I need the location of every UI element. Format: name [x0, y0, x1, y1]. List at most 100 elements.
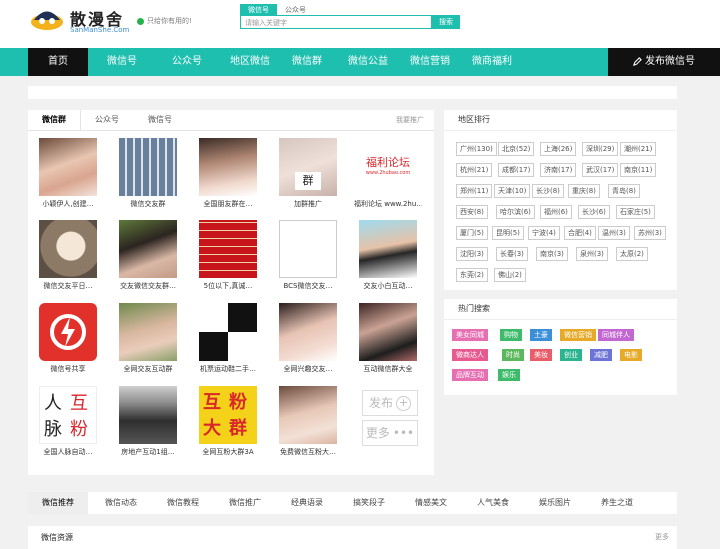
resource-more-link[interactable]: 更多 [655, 532, 669, 542]
hot-tag[interactable]: 美妆 [530, 349, 552, 361]
avatar [39, 138, 97, 196]
hot-tag[interactable]: 创业 [560, 349, 582, 361]
city-chip[interactable]: 上海(26) [540, 142, 577, 156]
list-item[interactable]: 福利论坛 www.2hubao.com 福利论坛 www.2hu… [354, 138, 422, 209]
tab-news[interactable]: 微信动态 [90, 492, 152, 514]
tab-health[interactable]: 养生之道 [586, 492, 648, 514]
nav-welfare[interactable]: 微商福利 [458, 48, 526, 76]
search-button[interactable]: 搜索 [432, 15, 460, 29]
nav-region[interactable]: 地区微信 [216, 48, 284, 76]
city-chip[interactable]: 南京(3) [536, 247, 568, 261]
tab-promotion[interactable]: 微信推广 [214, 492, 276, 514]
list-item[interactable]: 小颖伊人,创建… [34, 138, 102, 209]
post-button[interactable]: 发布 + [362, 390, 418, 416]
list-item[interactable]: 全国朋友群在… [194, 138, 262, 209]
city-chip[interactable]: 长沙(6) [578, 205, 610, 219]
list-item[interactable]: 微信交友平日… [34, 220, 102, 291]
city-chip[interactable]: 重庆(8) [568, 184, 600, 198]
list-item[interactable]: 交友微信交友群… [114, 220, 182, 291]
hot-tag[interactable]: 娱乐 [498, 369, 520, 381]
city-chip[interactable]: 南京(11) [620, 163, 657, 177]
tab-quotes[interactable]: 经典语录 [276, 492, 338, 514]
nav-home[interactable]: 首页 [28, 48, 88, 76]
city-chip[interactable]: 郑州(11) [456, 184, 493, 198]
logo-icon[interactable] [30, 7, 64, 31]
city-chip[interactable]: 哈尔滨(6) [496, 205, 535, 219]
city-chip[interactable]: 青岛(8) [608, 184, 640, 198]
hot-tag[interactable]: 购物 [500, 329, 522, 341]
hot-tag[interactable]: 品牌互动 [452, 369, 488, 381]
city-chip[interactable]: 长春(3) [496, 247, 528, 261]
city-chip[interactable]: 合肥(4) [564, 226, 596, 240]
hot-tag[interactable]: 电影 [620, 349, 642, 361]
hot-tag[interactable]: 美女同城 [452, 329, 488, 341]
search-input[interactable]: 请输入关键字 [240, 15, 432, 29]
city-chip[interactable]: 温州(3) [598, 226, 630, 240]
list-item[interactable]: 互 粉 大 群 全网互粉大群3A [194, 386, 262, 457]
hot-tag[interactable]: 土豪 [530, 329, 552, 341]
tab-recommend[interactable]: 微信推荐 [28, 492, 88, 514]
city-chip[interactable]: 西安(8) [456, 205, 488, 219]
list-item[interactable]: BCS微信交友… [274, 220, 342, 291]
item-label: 微信号共享 [50, 365, 86, 373]
nav-public-account[interactable]: 公众号 [156, 48, 218, 76]
post-wechat-button[interactable]: 发布微信号 [608, 48, 720, 76]
tab-pictures[interactable]: 娱乐图片 [524, 492, 586, 514]
city-chip[interactable]: 石家庄(5) [616, 205, 655, 219]
city-chip[interactable]: 长沙(8) [532, 184, 564, 198]
city-chip[interactable]: 杭州(21) [456, 163, 493, 177]
hot-tag[interactable]: 时尚 [502, 349, 524, 361]
hot-search: 热门搜索 美女同城 购物 土豪 微信营销 同城伴人 微商达人 时尚 美妆 创业 减肥 电影 品牌互动娱… [444, 299, 677, 395]
promote-link[interactable]: 我要推广 [396, 115, 424, 125]
list-item[interactable]: 机票运动鞋二手… [194, 303, 262, 374]
list-item[interactable]: 群 加群推广 [274, 138, 342, 209]
tab-wechat-ids[interactable]: 微信号 [134, 110, 186, 130]
nav-charity[interactable]: 微信公益 [334, 48, 402, 76]
list-item[interactable]: 5位以下,真诚… [194, 220, 262, 291]
city-chip[interactable]: 太原(2) [616, 247, 648, 261]
city-chip[interactable]: 济南(17) [540, 163, 577, 177]
city-chip[interactable]: 东莞(2) [456, 268, 488, 282]
slogan-text: 只给你有用的! [147, 17, 192, 25]
city-chip[interactable]: 沈阳(3) [456, 247, 488, 261]
list-item[interactable]: 房地产互动1组… [114, 386, 182, 457]
city-chip[interactable]: 北京(52) [498, 142, 535, 156]
list-item[interactable]: 全网交友互动群 [114, 303, 182, 374]
city-chip[interactable]: 佛山(2) [494, 268, 526, 282]
city-chip[interactable]: 厦门(5) [456, 226, 488, 240]
list-item[interactable]: 微信交友群 [114, 138, 182, 209]
city-chip[interactable]: 宁波(4) [528, 226, 560, 240]
hot-tag[interactable]: 同城伴人 [598, 329, 634, 341]
city-chip[interactable]: 潮州(21) [620, 142, 657, 156]
city-chip[interactable]: 武汉(17) [582, 163, 619, 177]
city-chip[interactable]: 广州(130) [456, 142, 497, 156]
tab-food[interactable]: 人气美食 [462, 492, 524, 514]
tab-wechat-groups[interactable]: 微信群 [28, 110, 81, 130]
hot-tag[interactable]: 微信营销 [560, 329, 596, 341]
city-chip[interactable]: 昆明(5) [492, 226, 524, 240]
city-chip[interactable]: 深圳(29) [582, 142, 619, 156]
hufen-char: 互 [203, 392, 221, 413]
city-chip[interactable]: 天津(10) [494, 184, 531, 198]
city-chip[interactable]: 福州(6) [540, 205, 572, 219]
list-item[interactable]: 微信号共享 [34, 303, 102, 374]
city-chip[interactable]: 泉州(3) [576, 247, 608, 261]
tab-tutorial[interactable]: 微信教程 [152, 492, 214, 514]
list-item[interactable]: 交友小白互动… [354, 220, 422, 291]
list-item[interactable]: 互动微信群大全 [354, 303, 422, 374]
nav-groups[interactable]: 微信群 [276, 48, 338, 76]
tab-essays[interactable]: 情感美文 [400, 492, 462, 514]
tab-public-accounts[interactable]: 公众号 [81, 110, 133, 130]
list-item[interactable]: 免费微信互粉大… [274, 386, 342, 457]
list-item[interactable]: 全网兴趣交友… [274, 303, 342, 374]
hot-tag[interactable]: 微商达人 [452, 349, 488, 361]
nav-wechat-id[interactable]: 微信号 [91, 48, 153, 76]
hot-tag[interactable]: 减肥 [590, 349, 612, 361]
nav-marketing[interactable]: 微信营销 [396, 48, 464, 76]
bottom-tabs: 微信推荐 微信动态 微信教程 微信推广 经典语录 搞笑段子 情感美文 人气美食 … [28, 492, 677, 514]
list-item[interactable]: 人 脉 互 粉 全国人脉自动… [34, 386, 102, 457]
more-button[interactable]: 更多 ••• [362, 420, 418, 446]
tab-jokes[interactable]: 搞笑段子 [338, 492, 400, 514]
city-chip[interactable]: 苏州(3) [634, 226, 666, 240]
city-chip[interactable]: 成都(17) [498, 163, 535, 177]
